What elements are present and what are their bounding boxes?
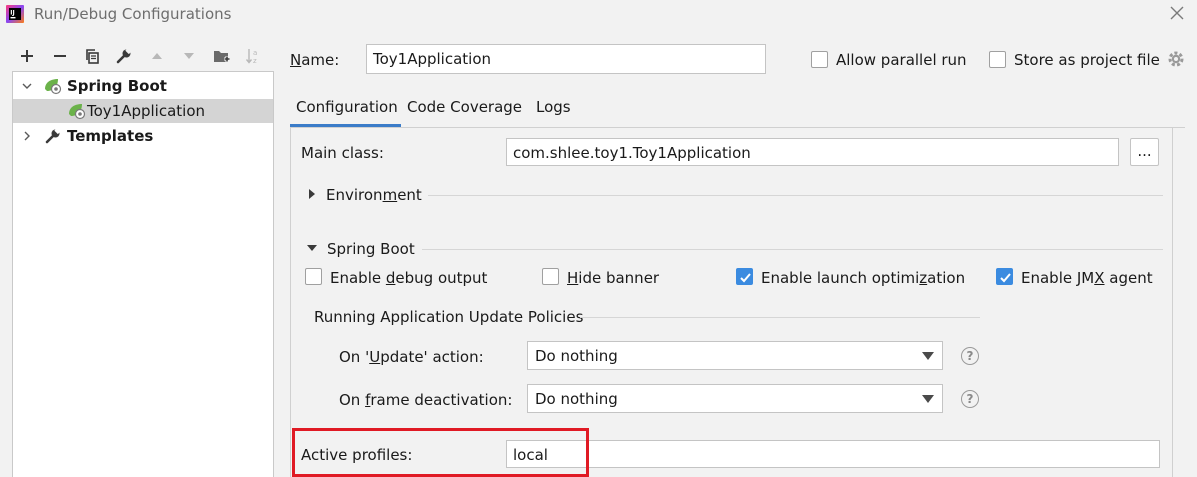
browse-main-class-button[interactable]: ... xyxy=(1130,138,1159,166)
dropdown-arrow-icon xyxy=(922,395,934,403)
store-as-project-file-checkbox[interactable] xyxy=(989,51,1006,68)
remove-configuration-button[interactable] xyxy=(48,44,72,68)
spring-boot-app-icon xyxy=(69,104,86,120)
enable-launch-optimization-checkbox[interactable] xyxy=(736,268,753,285)
spring-boot-section-toggle[interactable]: Spring Boot xyxy=(327,240,415,258)
tab-logs[interactable]: Logs xyxy=(536,98,571,124)
help-icon[interactable]: ? xyxy=(961,347,979,365)
help-icon[interactable]: ? xyxy=(961,390,979,408)
highlight-annotation-box xyxy=(292,428,589,477)
tree-item-spring-boot[interactable]: Spring Boot xyxy=(13,74,273,98)
allow-parallel-run-label: Allow parallel run xyxy=(836,51,967,69)
close-icon xyxy=(1170,6,1184,20)
name-label: Name: xyxy=(290,51,340,69)
checkmark-icon xyxy=(740,273,751,283)
name-input[interactable]: Toy1Application xyxy=(366,44,766,74)
hide-banner-label: Hide banner xyxy=(567,269,660,287)
minus-icon xyxy=(54,55,66,57)
spring-boot-icon xyxy=(45,79,62,95)
on-frame-deactivation-label: On frame deactivation: xyxy=(339,391,513,409)
window-title: Run/Debug Configurations xyxy=(34,5,232,23)
folder-add-icon xyxy=(214,51,230,62)
enable-jmx-agent-checkbox[interactable] xyxy=(996,268,1013,285)
gear-icon xyxy=(1168,51,1184,67)
tab-configuration[interactable]: Configuration xyxy=(296,98,398,124)
new-folder-button[interactable] xyxy=(210,44,234,68)
sort-configurations-button[interactable]: az xyxy=(242,44,266,68)
move-down-button[interactable] xyxy=(177,44,201,68)
main-class-label: Main class: xyxy=(301,144,384,162)
dropdown-arrow-icon xyxy=(922,352,934,360)
plus-icon xyxy=(21,50,33,62)
expand-right-icon xyxy=(309,189,315,199)
tab-code-coverage[interactable]: Code Coverage xyxy=(407,98,522,124)
main-class-value: com.shlee.toy1.Toy1Application xyxy=(513,144,751,162)
svg-text:z: z xyxy=(253,57,257,65)
environment-separator xyxy=(428,195,1163,196)
sort-icon: az xyxy=(245,49,257,65)
configuration-tree[interactable]: Spring Boot Toy1Application Templates xyxy=(12,71,274,477)
store-as-project-file-label: Store as project file xyxy=(1014,51,1160,69)
chevron-down-icon xyxy=(22,83,32,89)
chevron-right-icon xyxy=(24,131,30,141)
on-frame-deactivation-select[interactable]: Do nothing xyxy=(527,384,943,413)
configuration-panel xyxy=(290,127,1173,477)
on-update-action-value: Do nothing xyxy=(535,347,618,365)
expand-down-icon xyxy=(307,245,317,251)
update-policies-heading: Running Application Update Policies xyxy=(314,308,584,326)
edit-templates-button[interactable] xyxy=(112,44,136,68)
tree-item-templates[interactable]: Templates xyxy=(13,124,273,148)
main-class-input[interactable]: com.shlee.toy1.Toy1Application xyxy=(506,138,1119,166)
svg-text:a: a xyxy=(253,49,257,57)
hide-banner-checkbox[interactable] xyxy=(542,268,559,285)
tree-item-label: Toy1Application xyxy=(87,102,206,120)
spring-boot-separator xyxy=(422,249,1163,250)
enable-launch-optimization-label: Enable launch optimization xyxy=(761,269,966,287)
on-update-action-label: On 'Update' action: xyxy=(339,348,484,366)
add-configuration-button[interactable] xyxy=(15,44,39,68)
arrow-up-icon xyxy=(152,53,162,59)
wrench-icon xyxy=(45,128,61,144)
on-update-action-select[interactable]: Do nothing xyxy=(527,341,943,370)
copy-configuration-button[interactable] xyxy=(80,44,104,68)
tree-item-label: Spring Boot xyxy=(67,77,167,95)
svg-text:IJ: IJ xyxy=(10,10,14,17)
close-button[interactable] xyxy=(1166,2,1188,24)
checkmark-icon xyxy=(1000,273,1011,283)
wrench-icon xyxy=(116,48,132,64)
tree-item-label: Templates xyxy=(67,127,154,145)
intellij-logo-icon: IJ xyxy=(6,5,24,23)
enable-debug-output-checkbox[interactable] xyxy=(305,268,322,285)
allow-parallel-run-checkbox[interactable] xyxy=(811,51,828,68)
on-frame-deactivation-value: Do nothing xyxy=(535,390,618,408)
update-policies-separator xyxy=(580,317,980,318)
settings-button[interactable] xyxy=(1167,50,1185,72)
move-up-button[interactable] xyxy=(145,44,169,68)
copy-icon xyxy=(86,49,99,64)
active-profiles-input[interactable]: local xyxy=(506,440,1160,468)
environment-section-toggle[interactable]: Environment xyxy=(326,186,422,204)
arrow-down-icon xyxy=(184,53,194,59)
tree-item-toy1application[interactable]: Toy1Application xyxy=(13,99,273,123)
enable-jmx-agent-label: Enable JMX agent xyxy=(1021,269,1153,287)
enable-debug-output-label: Enable debug output xyxy=(330,269,488,287)
name-input-value: Toy1Application xyxy=(373,50,492,68)
